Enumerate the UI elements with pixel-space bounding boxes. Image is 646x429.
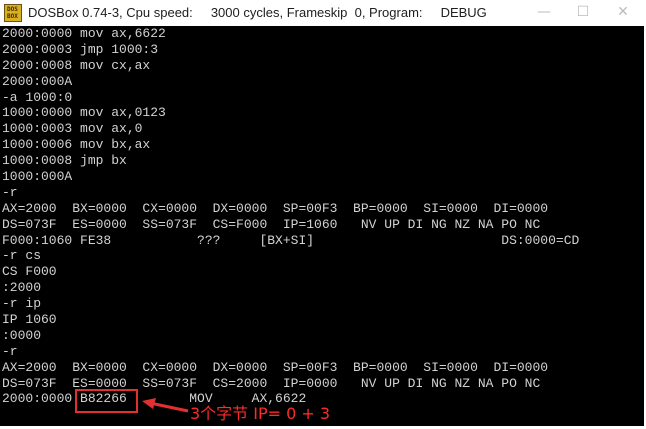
dosbox-app-icon[interactable]: DOS BOX bbox=[4, 4, 22, 22]
console-line: AX=2000 BX=0000 CX=0000 DX=0000 SP=00F3 … bbox=[2, 200, 549, 216]
arrow-icon bbox=[142, 398, 189, 413]
console-line: -a 1000:0 bbox=[2, 89, 73, 105]
dos-console[interactable]: 2000:0000 mov ax,6622 2000:0003 jmp 1000:… bbox=[0, 26, 644, 426]
console-line: F000:1060 FE38 ??? [BX+SI] DS:0000=CD bbox=[2, 232, 580, 248]
console-line: 1000:0003 mov ax,0 bbox=[2, 121, 143, 137]
console-line: 1000:0006 mov bx,ax bbox=[2, 137, 151, 153]
console-line: IP 1060 bbox=[2, 312, 57, 328]
window-title: DOSBox 0.74-3, Cpu speed: 3000 cycles, F… bbox=[28, 5, 487, 20]
console-line: :2000 bbox=[2, 280, 42, 296]
minimize-button[interactable]: — bbox=[524, 0, 564, 26]
console-line: 2000:0008 mov cx,ax bbox=[2, 57, 151, 73]
console-line: AX=2000 BX=0000 CX=0000 DX=0000 SP=00F3 … bbox=[2, 359, 549, 375]
console-line: 2000:000A bbox=[2, 73, 73, 89]
icon-text-bottom: BOX bbox=[7, 13, 18, 20]
console-line: -r bbox=[2, 343, 18, 359]
title-bar: DOS BOX DOSBox 0.74-3, Cpu speed: 3000 c… bbox=[0, 0, 646, 26]
maximize-button[interactable]: ☐ bbox=[563, 0, 603, 26]
console-line: 1000:0000 mov ax,0123 bbox=[2, 105, 166, 121]
console-line: 2000:0000 mov ax,6622 bbox=[2, 26, 166, 41]
console-line: 2000:0003 jmp 1000:3 bbox=[2, 41, 159, 57]
console-output: 2000:0000 mov ax,6622 2000:0003 jmp 1000:… bbox=[2, 26, 579, 407]
annotation-text: 3个字节 IP= 0 + 3 bbox=[190, 404, 331, 423]
console-line: 1000:000A bbox=[2, 169, 73, 185]
console-line: -r cs bbox=[2, 248, 42, 264]
instruction-bytes-highlight bbox=[75, 389, 138, 413]
close-button[interactable]: ✕ bbox=[603, 0, 643, 26]
console-line: DS=073F ES=0000 SS=073F CS=F000 IP=1060 … bbox=[2, 216, 541, 232]
console-line: CS F000 bbox=[2, 264, 57, 280]
console-line: -r bbox=[2, 184, 18, 200]
console-line: -r ip bbox=[2, 296, 42, 312]
console-line: 1000:0008 jmp bx bbox=[2, 153, 127, 169]
console-line: :0000 bbox=[2, 327, 42, 343]
